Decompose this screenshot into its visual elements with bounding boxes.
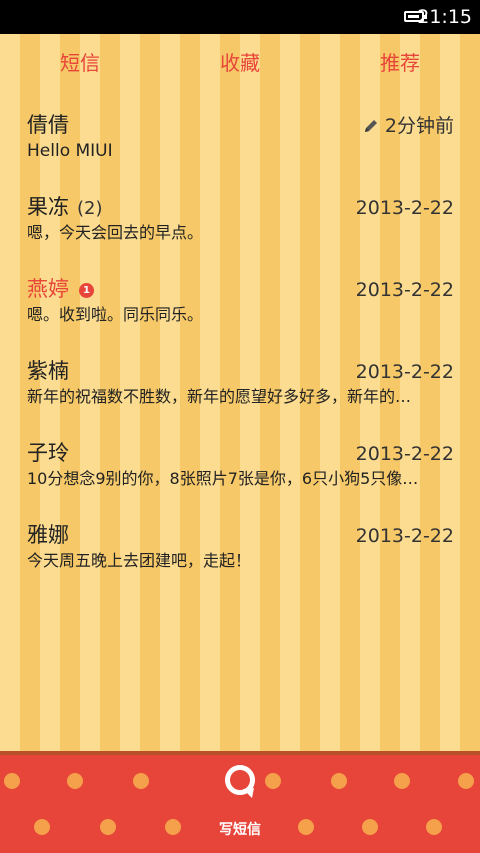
decorative-dot bbox=[67, 773, 83, 789]
thread-name: 倩倩 bbox=[27, 112, 69, 138]
thread-preview: 嗯，今天会回去的早点。 bbox=[27, 223, 204, 242]
messages-screen: 短信 收藏 推荐 倩倩 2分钟前 Hello MIUI 果冻 (2) 2013-2… bbox=[0, 34, 480, 751]
decorative-dot bbox=[4, 773, 20, 789]
thread-row[interactable]: 果冻 (2) 2013-2-22 嗯，今天会回去的早点。 bbox=[0, 176, 480, 258]
thread-row[interactable]: 紫楠 2013-2-22 新年的祝福数不胜数，新年的愿望好多好多，新年的… bbox=[0, 340, 480, 422]
thread-preview: 新年的祝福数不胜数，新年的愿望好多好多，新年的… bbox=[27, 387, 412, 406]
draft-pencil-icon bbox=[364, 120, 377, 132]
message-count: (2) bbox=[77, 198, 103, 219]
thread-name: 燕婷 1 bbox=[27, 276, 94, 302]
contact-name: 倩倩 bbox=[27, 113, 69, 137]
thread-row[interactable]: 子玲 2013-2-22 10分想念9别的你，8张照片7张是你，6只小狗5只像… bbox=[0, 422, 480, 504]
thread-preview: Hello MIUI bbox=[27, 141, 113, 161]
thread-row[interactable]: 燕婷 1 2013-2-22 嗯。收到啦。同乐同乐。 bbox=[0, 258, 480, 340]
thread-date-text: 2分钟前 bbox=[384, 115, 454, 137]
thread-preview: 嗯。收到啦。同乐同乐。 bbox=[27, 305, 204, 324]
thread-date: 2013-2-22 bbox=[355, 279, 454, 301]
thread-date: 2013-2-22 bbox=[355, 197, 454, 219]
unread-badge: 1 bbox=[79, 283, 94, 298]
decorative-dot bbox=[100, 819, 116, 835]
contact-name: 紫楠 bbox=[27, 359, 69, 383]
decorative-dot bbox=[331, 773, 347, 789]
status-bar: 21:15 bbox=[0, 0, 480, 34]
thread-preview: 10分想念9别的你，8张照片7张是你，6只小狗5只像… bbox=[27, 469, 419, 488]
decorative-dot bbox=[394, 773, 410, 789]
tab-sms[interactable]: 短信 bbox=[60, 50, 100, 76]
thread-date: 2013-2-22 bbox=[355, 525, 454, 547]
compose-label: 写短信 bbox=[219, 822, 261, 838]
thread-list: 倩倩 2分钟前 Hello MIUI 果冻 (2) 2013-2-22 嗯，今天会… bbox=[0, 94, 480, 586]
thread-name: 果冻 (2) bbox=[27, 194, 103, 222]
decorative-dot bbox=[362, 819, 378, 835]
tab-bar: 短信 收藏 推荐 bbox=[0, 34, 480, 94]
tab-recommended[interactable]: 推荐 bbox=[380, 50, 420, 76]
compose-button[interactable]: 写短信 bbox=[205, 761, 275, 843]
thread-row[interactable]: 倩倩 2分钟前 Hello MIUI bbox=[0, 94, 480, 176]
thread-name: 紫楠 bbox=[27, 358, 69, 384]
bottom-bar-edge bbox=[0, 751, 480, 755]
thread-date: 2013-2-22 bbox=[355, 361, 454, 383]
thread-row[interactable]: 雅娜 2013-2-22 今天周五晚上去团建吧，走起！ bbox=[0, 504, 480, 586]
compose-message-icon bbox=[225, 765, 255, 798]
thread-preview: 今天周五晚上去团建吧，走起！ bbox=[27, 551, 252, 570]
thread-date: 2013-2-22 bbox=[355, 443, 454, 465]
status-time: 21:15 bbox=[417, 6, 472, 28]
decorative-dot bbox=[165, 819, 181, 835]
decorative-dot bbox=[426, 819, 442, 835]
decorative-dot bbox=[458, 773, 474, 789]
contact-name: 燕婷 bbox=[27, 277, 69, 301]
bottom-bar: 写短信 bbox=[0, 751, 480, 853]
thread-name: 雅娜 bbox=[27, 522, 69, 548]
thread-date: 2分钟前 bbox=[363, 113, 454, 139]
tab-favorites[interactable]: 收藏 bbox=[220, 50, 260, 76]
contact-name: 果冻 bbox=[27, 195, 69, 219]
contact-name: 雅娜 bbox=[27, 523, 69, 547]
contact-name: 子玲 bbox=[27, 441, 69, 465]
decorative-dot bbox=[133, 773, 149, 789]
decorative-dot bbox=[298, 819, 314, 835]
decorative-dot bbox=[34, 819, 50, 835]
thread-name: 子玲 bbox=[27, 440, 69, 466]
